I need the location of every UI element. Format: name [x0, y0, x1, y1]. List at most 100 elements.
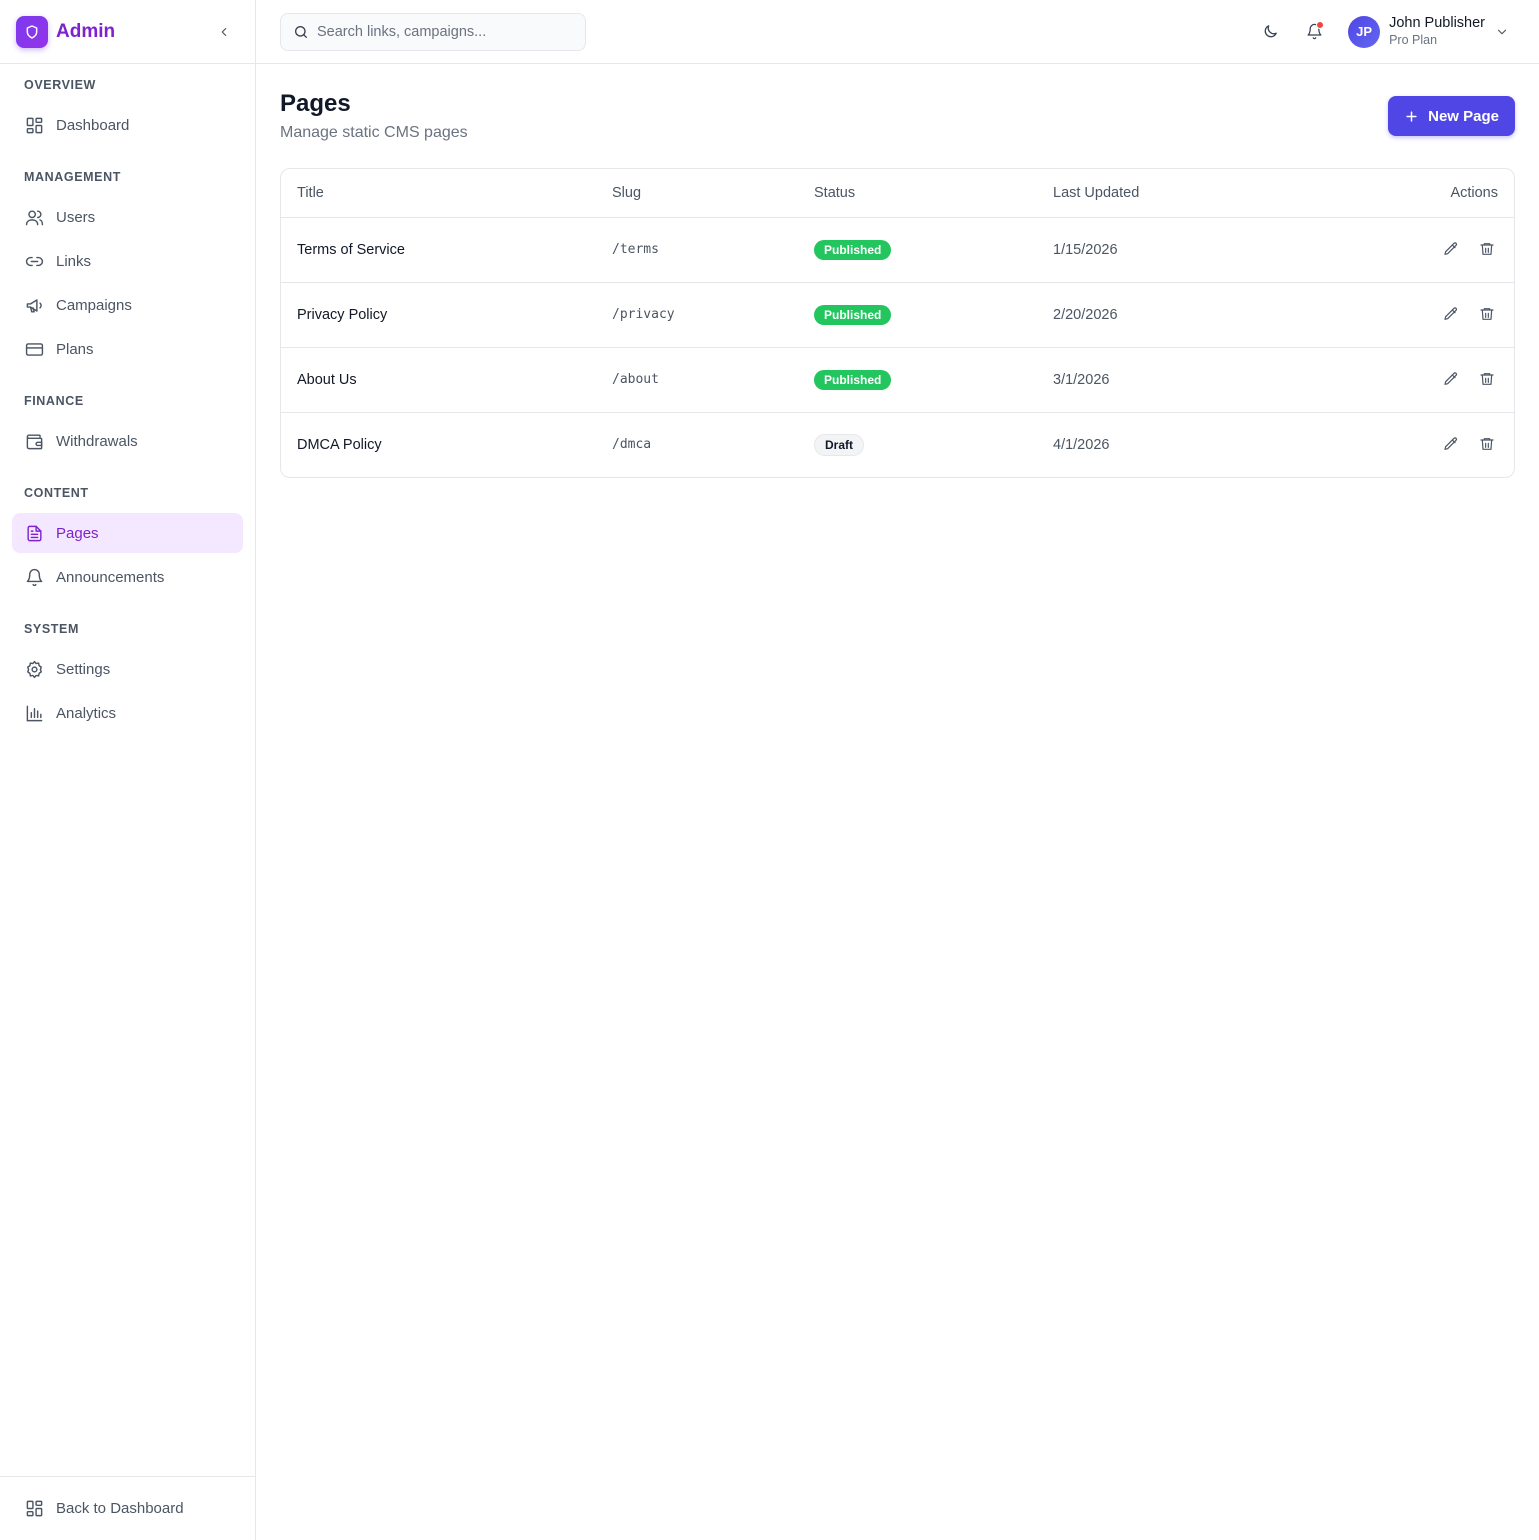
pencil-icon: [1444, 372, 1457, 385]
table-row: About Us /about Published 3/1/2026: [281, 347, 1514, 413]
back-to-dashboard-link[interactable]: Back to Dashboard: [12, 1489, 243, 1529]
cell-last-updated: 3/1/2026: [1037, 347, 1337, 413]
sidebar-nav: OVERVIEW Dashboard MANAGEMENT Users Link…: [0, 64, 255, 733]
trash-icon: [1480, 308, 1494, 320]
delete-button[interactable]: [1476, 303, 1498, 325]
gear-icon: [24, 659, 44, 679]
section-label-overview: OVERVIEW: [24, 78, 96, 92]
theme-toggle-button[interactable]: [1254, 16, 1286, 48]
sidebar-item-label: Links: [56, 252, 92, 270]
table-header-row: Title Slug Status Last Updated Actions: [281, 169, 1514, 218]
column-header-status: Status: [798, 169, 1037, 218]
sidebar-item-label: Settings: [56, 660, 111, 678]
chevron-left-icon: [221, 27, 227, 36]
column-header-title: Title: [281, 169, 596, 218]
status-badge: Draft: [814, 433, 865, 456]
trash-icon: [1480, 438, 1494, 451]
credit-card-icon: [24, 339, 44, 359]
column-header-last-updated: Last Updated: [1037, 169, 1337, 218]
pages-table: Title Slug Status Last Updated Actions T…: [281, 169, 1514, 477]
back-to-dashboard-label: Back to Dashboard: [56, 1500, 184, 1517]
cell-slug: /dmca: [612, 437, 652, 453]
search-input[interactable]: [317, 23, 567, 40]
status-badge: Published: [814, 239, 892, 260]
sidebar-item-announcements[interactable]: Announcements: [12, 557, 243, 597]
table-row: Privacy Policy /privacy Published 2/20/2…: [281, 282, 1514, 348]
pencil-icon: [1444, 242, 1457, 255]
notifications-button[interactable]: [1298, 16, 1330, 48]
sidebar-item-users[interactable]: Users: [12, 197, 243, 237]
table-row: DMCA Policy /dmca Draft 4/1/2026: [281, 412, 1514, 477]
delete-button[interactable]: [1476, 433, 1498, 455]
cell-actions: [1337, 412, 1514, 477]
cell-last-updated: 2/20/2026: [1037, 282, 1337, 348]
edit-button[interactable]: [1440, 303, 1462, 325]
pages-table-card: Title Slug Status Last Updated Actions T…: [280, 168, 1515, 478]
sidebar: Admin OVERVIEW Dashboard MANAGEMENT User…: [0, 0, 256, 1540]
cell-last-updated: 1/15/2026: [1037, 217, 1337, 283]
page-subtitle: Manage static CMS pages: [280, 124, 468, 141]
sidebar-item-analytics[interactable]: Analytics: [12, 693, 243, 733]
cell-status: Published: [798, 282, 1037, 348]
sidebar-item-pages[interactable]: Pages: [12, 513, 243, 553]
bar-chart-icon: [24, 703, 44, 723]
shield-icon: [16, 15, 48, 48]
topbar: JP John Publisher Pro Plan: [256, 0, 1539, 64]
page-title: Pages: [280, 90, 351, 117]
pencil-icon: [1444, 307, 1457, 320]
delete-button[interactable]: [1476, 238, 1498, 260]
cell-actions: [1337, 217, 1514, 283]
edit-button[interactable]: [1440, 368, 1462, 390]
layout-dashboard-icon: [24, 115, 44, 135]
sidebar-item-links[interactable]: Links: [12, 241, 243, 281]
edit-button[interactable]: [1440, 433, 1462, 455]
sidebar-item-label: Users: [56, 208, 96, 226]
plus-icon: [1404, 109, 1419, 124]
topbar-actions: JP John Publisher Pro Plan: [1254, 15, 1515, 48]
column-header-actions: Actions: [1337, 169, 1514, 218]
sidebar-item-label: Dashboard: [56, 116, 130, 134]
sidebar-item-plans[interactable]: Plans: [12, 329, 243, 369]
trash-icon: [1480, 243, 1494, 255]
megaphone-icon: [24, 295, 44, 315]
cell-status: Published: [798, 347, 1037, 413]
user-info: John Publisher Pro Plan: [1389, 15, 1485, 48]
moon-icon: [1264, 25, 1277, 38]
cell-status: Published: [798, 217, 1037, 283]
new-page-button[interactable]: New Page: [1388, 96, 1515, 136]
collapse-sidebar-button[interactable]: [213, 21, 235, 43]
new-page-button-label: New Page: [1428, 107, 1499, 125]
avatar: JP: [1348, 15, 1381, 48]
user-plan: Pro Plan: [1389, 33, 1438, 47]
section-label-system: SYSTEM: [24, 622, 79, 636]
notification-dot: [1316, 20, 1325, 29]
edit-button[interactable]: [1440, 238, 1462, 260]
section-label-management: MANAGEMENT: [24, 170, 121, 184]
cell-last-updated: 4/1/2026: [1053, 436, 1110, 453]
cell-actions: [1337, 282, 1514, 348]
sidebar-item-settings[interactable]: Settings: [12, 649, 243, 689]
user-menu[interactable]: JP John Publisher Pro Plan: [1348, 15, 1515, 48]
status-badge: Published: [814, 369, 892, 390]
sidebar-item-label: Announcements: [56, 568, 165, 586]
cell-title: About Us: [281, 347, 596, 413]
sidebar-item-label: Analytics: [56, 704, 117, 722]
search-icon: [295, 25, 307, 38]
sidebar-item-dashboard[interactable]: Dashboard: [12, 105, 243, 145]
user-name: John Publisher: [1389, 15, 1485, 31]
cell-slug: /privacy: [596, 282, 798, 348]
sidebar-item-label: Pages: [56, 524, 99, 542]
cell-slug: /about: [596, 347, 798, 413]
sidebar-item-campaigns[interactable]: Campaigns: [12, 285, 243, 325]
cell-actions: [1337, 347, 1514, 413]
sidebar-footer: Back to Dashboard: [0, 1476, 255, 1540]
column-header-slug: Slug: [596, 169, 798, 218]
section-label-finance: FINANCE: [24, 394, 84, 408]
bell-icon: [24, 567, 44, 587]
wallet-icon: [24, 431, 44, 451]
sidebar-item-label: Campaigns: [56, 296, 132, 314]
trash-icon: [1480, 373, 1494, 385]
delete-button[interactable]: [1476, 368, 1498, 390]
sidebar-item-withdrawals[interactable]: Withdrawals: [12, 421, 243, 461]
cell-title: DMCA Policy: [297, 436, 382, 453]
